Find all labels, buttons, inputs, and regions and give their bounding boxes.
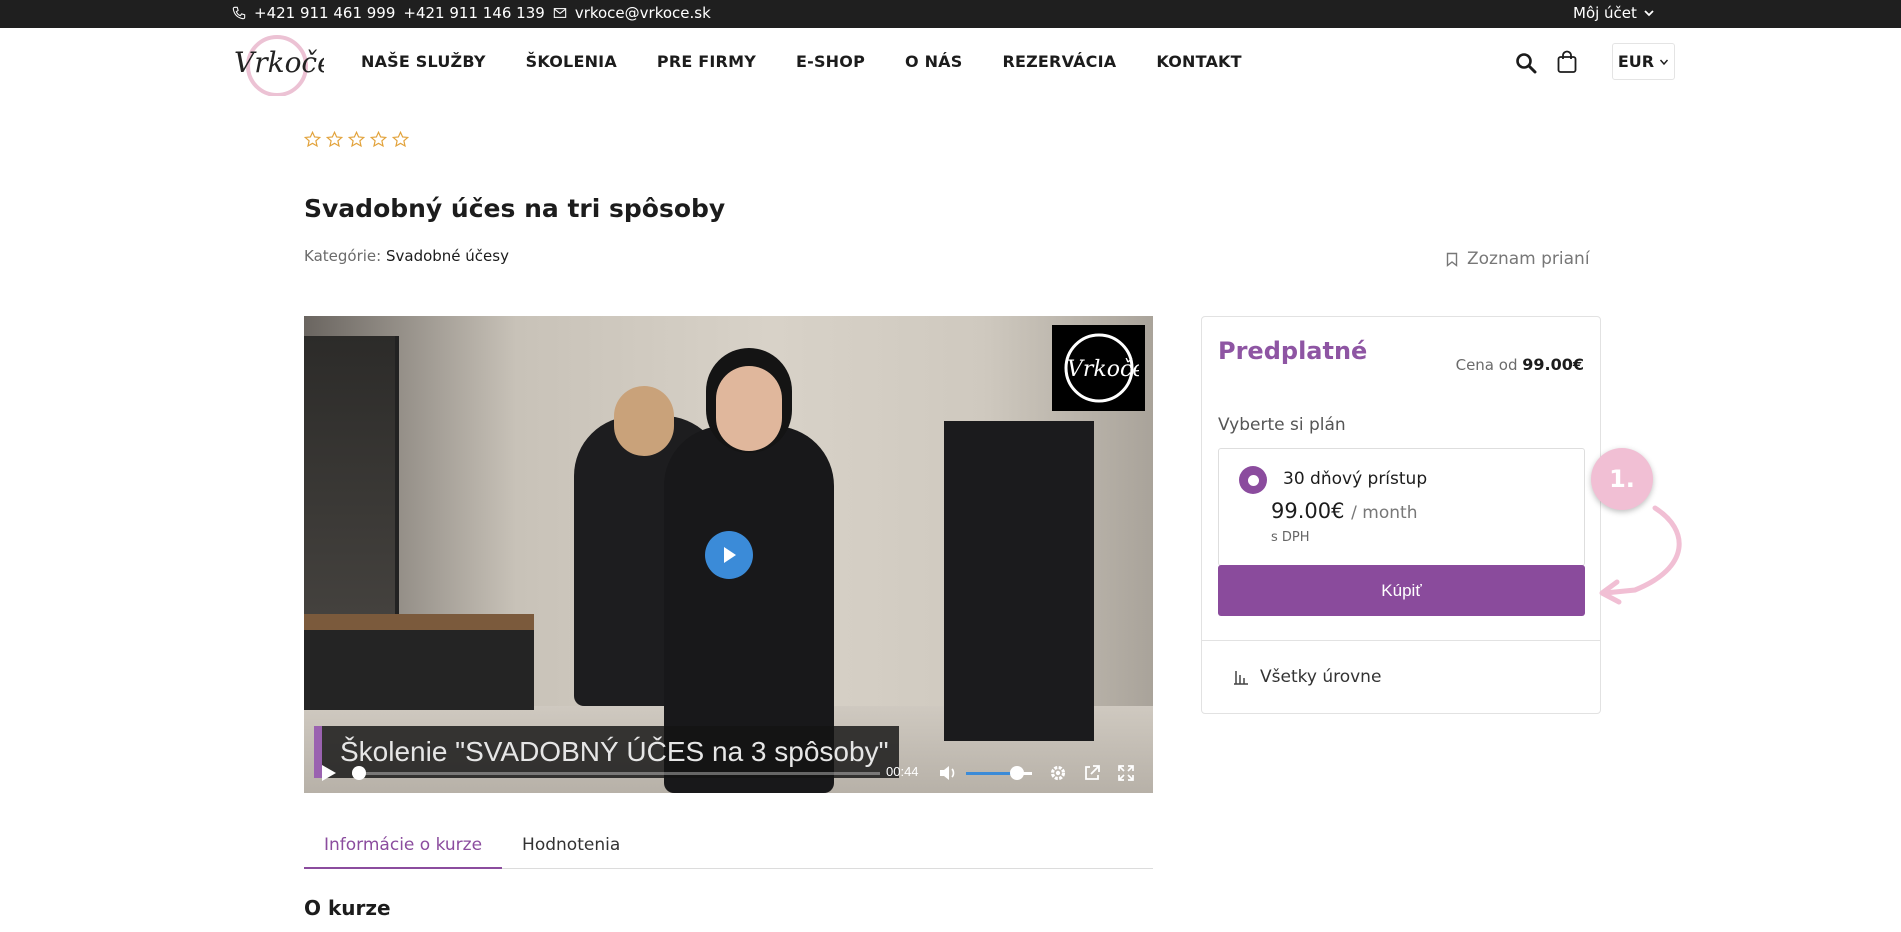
bookmark-icon: [1446, 252, 1458, 267]
levels-label: Všetky úrovne: [1260, 667, 1382, 687]
plan-period: / month: [1351, 503, 1418, 523]
plan-radio[interactable]: [1239, 466, 1267, 494]
volume-slider[interactable]: [966, 766, 1032, 780]
price-from-label: Cena od: [1455, 356, 1518, 374]
search-icon[interactable]: [1515, 52, 1537, 74]
volume-handle[interactable]: [1009, 766, 1024, 780]
phone-number-2[interactable]: +421 911 146 139: [403, 4, 544, 22]
nav-skolenia[interactable]: ŠKOLENIA: [526, 52, 617, 71]
nav-kontakt[interactable]: KONTAKT: [1156, 52, 1241, 71]
progress-handle[interactable]: [352, 766, 366, 780]
nav-o-nas[interactable]: O NÁS: [905, 52, 962, 71]
video-watermark-logo: Vrkoče: [1052, 325, 1145, 411]
plan-option[interactable]: 30 dňový prístup 99.00€ / month s DPH: [1218, 448, 1585, 566]
site-logo[interactable]: Vrkoče: [232, 32, 334, 97]
contact-info: +421 911 461 999 +421 911 146 139 vrkoce…: [232, 4, 711, 22]
subscription-card: Predplatné Cena od 99.00€ Vyberte si plá…: [1201, 316, 1601, 714]
currency-value: EUR: [1617, 52, 1655, 71]
course-tabs: Informácie o kurze Hodnotenia: [304, 827, 1153, 869]
levels-info: Všetky úrovne: [1234, 667, 1381, 687]
plan-tax-note: s DPH: [1271, 530, 1310, 545]
volume-icon[interactable]: [938, 763, 958, 783]
plan-price: 99.00€ / month: [1271, 499, 1417, 523]
course-title: Svadobný účes na tri spôsoby: [304, 194, 726, 223]
main-navigation: NAŠE SLUŽBY ŠKOLENIA PRE FIRMY E-SHOP O …: [361, 52, 1242, 71]
account-label: Môj účet: [1573, 4, 1637, 22]
popout-icon[interactable]: [1082, 763, 1102, 783]
star-outline-icon: [348, 131, 365, 148]
phone-icon: [232, 6, 246, 20]
price-from: Cena od 99.00€: [1456, 355, 1584, 374]
levels-icon: [1234, 671, 1248, 685]
wishlist-label: Zoznam prianí: [1467, 249, 1590, 269]
tab-course-info[interactable]: Informácie o kurze: [304, 827, 503, 869]
course-video-player[interactable]: Vrkoče Školenie "SVADOBNÝ ÚČES na 3 spôs…: [304, 316, 1153, 793]
star-outline-icon: [326, 131, 343, 148]
play-icon: [724, 547, 736, 563]
video-time: 00:44: [886, 764, 919, 779]
category-label: Kategórie:: [304, 247, 382, 265]
category-link[interactable]: Svadobné účesy: [386, 247, 509, 265]
shopping-bag-icon[interactable]: [1556, 50, 1578, 74]
star-outline-icon: [392, 131, 409, 148]
rating-stars: [304, 131, 409, 148]
chevron-down-icon: [1644, 10, 1654, 17]
video-progress-bar[interactable]: [352, 766, 880, 780]
watermark-text: Vrkoče: [1067, 357, 1139, 382]
main-header: Vrkoče NAŠE SLUŽBY ŠKOLENIA PRE FIRMY E-…: [0, 28, 1901, 98]
plan-prompt: Vyberte si plán: [1218, 415, 1346, 435]
star-outline-icon: [304, 131, 321, 148]
account-menu[interactable]: Môj účet: [1573, 4, 1655, 22]
chevron-down-icon: [1660, 59, 1669, 65]
tab-reviews[interactable]: Hodnotenia: [502, 827, 640, 869]
currency-selector[interactable]: EUR: [1612, 43, 1675, 80]
gear-icon[interactable]: [1048, 763, 1068, 783]
nav-e-shop[interactable]: E-SHOP: [796, 52, 865, 71]
fullscreen-icon[interactable]: [1116, 763, 1136, 783]
email-link[interactable]: vrkoce@vrkoce.sk: [575, 4, 711, 22]
play-icon[interactable]: [321, 764, 337, 782]
buy-button[interactable]: Kúpiť: [1218, 565, 1585, 616]
phone-number-1[interactable]: +421 911 461 999: [254, 4, 395, 22]
star-outline-icon: [370, 131, 387, 148]
plan-price-value: 99.00€: [1271, 499, 1345, 523]
annotation-arrow-icon: [1599, 505, 1682, 605]
video-controls: 00:44: [304, 748, 1153, 793]
plan-name: 30 dňový prístup: [1283, 469, 1428, 489]
mail-icon: [553, 8, 567, 18]
play-button-large[interactable]: [705, 531, 753, 579]
category-line: Kategórie: Svadobné účesy: [304, 247, 509, 265]
subscription-title: Predplatné: [1218, 337, 1368, 365]
nav-rezervacia[interactable]: REZERVÁCIA: [1002, 52, 1116, 71]
nav-nase-sluzby[interactable]: NAŠE SLUŽBY: [361, 52, 486, 71]
top-contact-bar: +421 911 461 999 +421 911 146 139 vrkoce…: [0, 0, 1901, 28]
wishlist-button[interactable]: Zoznam prianí: [1446, 249, 1590, 269]
about-course-heading: O kurze: [304, 896, 391, 920]
divider: [1202, 640, 1600, 641]
logo-wordmark: Vrkoče: [234, 46, 324, 79]
nav-pre-firmy[interactable]: PRE FIRMY: [657, 52, 756, 71]
price-from-value: 99.00€: [1522, 355, 1584, 374]
